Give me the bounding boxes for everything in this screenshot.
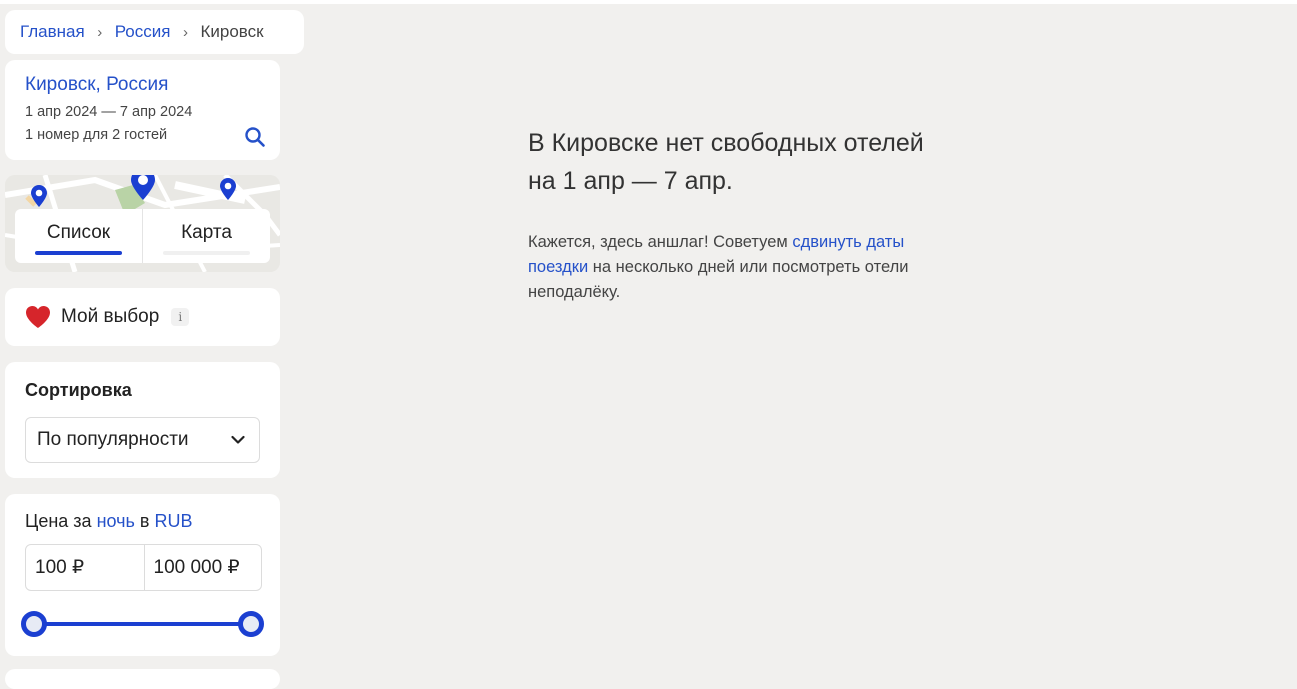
empty-results-text-before: Кажется, здесь аншлаг! Советуем — [528, 233, 788, 251]
breadcrumb-current: Кировск — [200, 22, 264, 41]
view-toggle-inactive-indicator — [163, 251, 250, 255]
map-pin-icon — [131, 175, 155, 200]
price-slider-max-handle[interactable] — [238, 611, 264, 637]
search-summary[interactable]: Кировск, Россия 1 апр 2024 — 7 апр 2024 … — [5, 60, 280, 160]
price-range-inputs — [25, 544, 262, 591]
next-filter-card — [5, 669, 280, 689]
sorting-select[interactable]: По популярности — [25, 417, 260, 463]
price-title-prefix: Цена за — [25, 511, 92, 531]
map-pin-icon — [220, 178, 236, 200]
sorting-title: Сортировка — [25, 380, 132, 400]
view-toggle-active-indicator — [35, 251, 122, 255]
price-max-input[interactable] — [143, 545, 261, 590]
price-period-link[interactable]: ночь — [97, 511, 135, 531]
breadcrumb-separator: › — [182, 23, 188, 41]
breadcrumb-country[interactable]: Россия — [115, 22, 171, 42]
price-slider-track — [34, 622, 251, 626]
sorting-panel: Сортировка По популярности — [5, 362, 280, 478]
search-dates: 1 апр 2024 — 7 апр 2024 — [25, 104, 193, 120]
empty-results-text: Кажется, здесь аншлаг! Советуем сдвинуть… — [528, 230, 928, 305]
breadcrumb-separator: › — [97, 23, 103, 41]
price-currency-link[interactable]: RUB — [154, 511, 192, 531]
empty-results-message: В Кировске нет свободных отелей на 1 апр… — [528, 124, 928, 305]
price-slider-min-handle[interactable] — [21, 611, 47, 637]
chevron-down-icon — [231, 435, 245, 444]
price-min-input[interactable] — [26, 545, 144, 590]
favorites-label: Мой выбор — [61, 306, 160, 327]
breadcrumb-home[interactable]: Главная — [20, 22, 85, 42]
info-icon[interactable]: i — [171, 308, 190, 326]
heart-icon — [26, 306, 50, 328]
search-icon[interactable] — [244, 126, 266, 148]
view-toggle-map-label: Карта — [181, 222, 232, 243]
view-toggle-list-label: Список — [46, 222, 111, 243]
price-slider[interactable] — [21, 611, 264, 637]
price-title-middle: в — [139, 511, 150, 531]
map-pin-icon — [31, 185, 47, 207]
search-guests: 1 номер для 2 гостей — [25, 127, 168, 143]
view-toggle-map[interactable]: Карта — [142, 209, 270, 263]
top-strip — [0, 0, 1297, 4]
empty-results-headline: В Кировске нет свободных отелей на 1 апр… — [528, 129, 924, 195]
favorites[interactable]: Мой выбор i — [5, 288, 280, 346]
map-preview[interactable]: Список Карта — [5, 175, 280, 272]
price-filter: Цена за ночь в RUB — [5, 494, 280, 656]
view-toggle-list[interactable]: Список — [15, 209, 142, 263]
view-toggle: Список Карта — [15, 209, 270, 263]
search-place[interactable]: Кировск, Россия — [25, 74, 260, 96]
sorting-selected-value: По популярности — [37, 429, 189, 450]
price-title: Цена за ночь в RUB — [25, 511, 260, 532]
breadcrumb: Главная › Россия › Кировск — [5, 10, 304, 54]
